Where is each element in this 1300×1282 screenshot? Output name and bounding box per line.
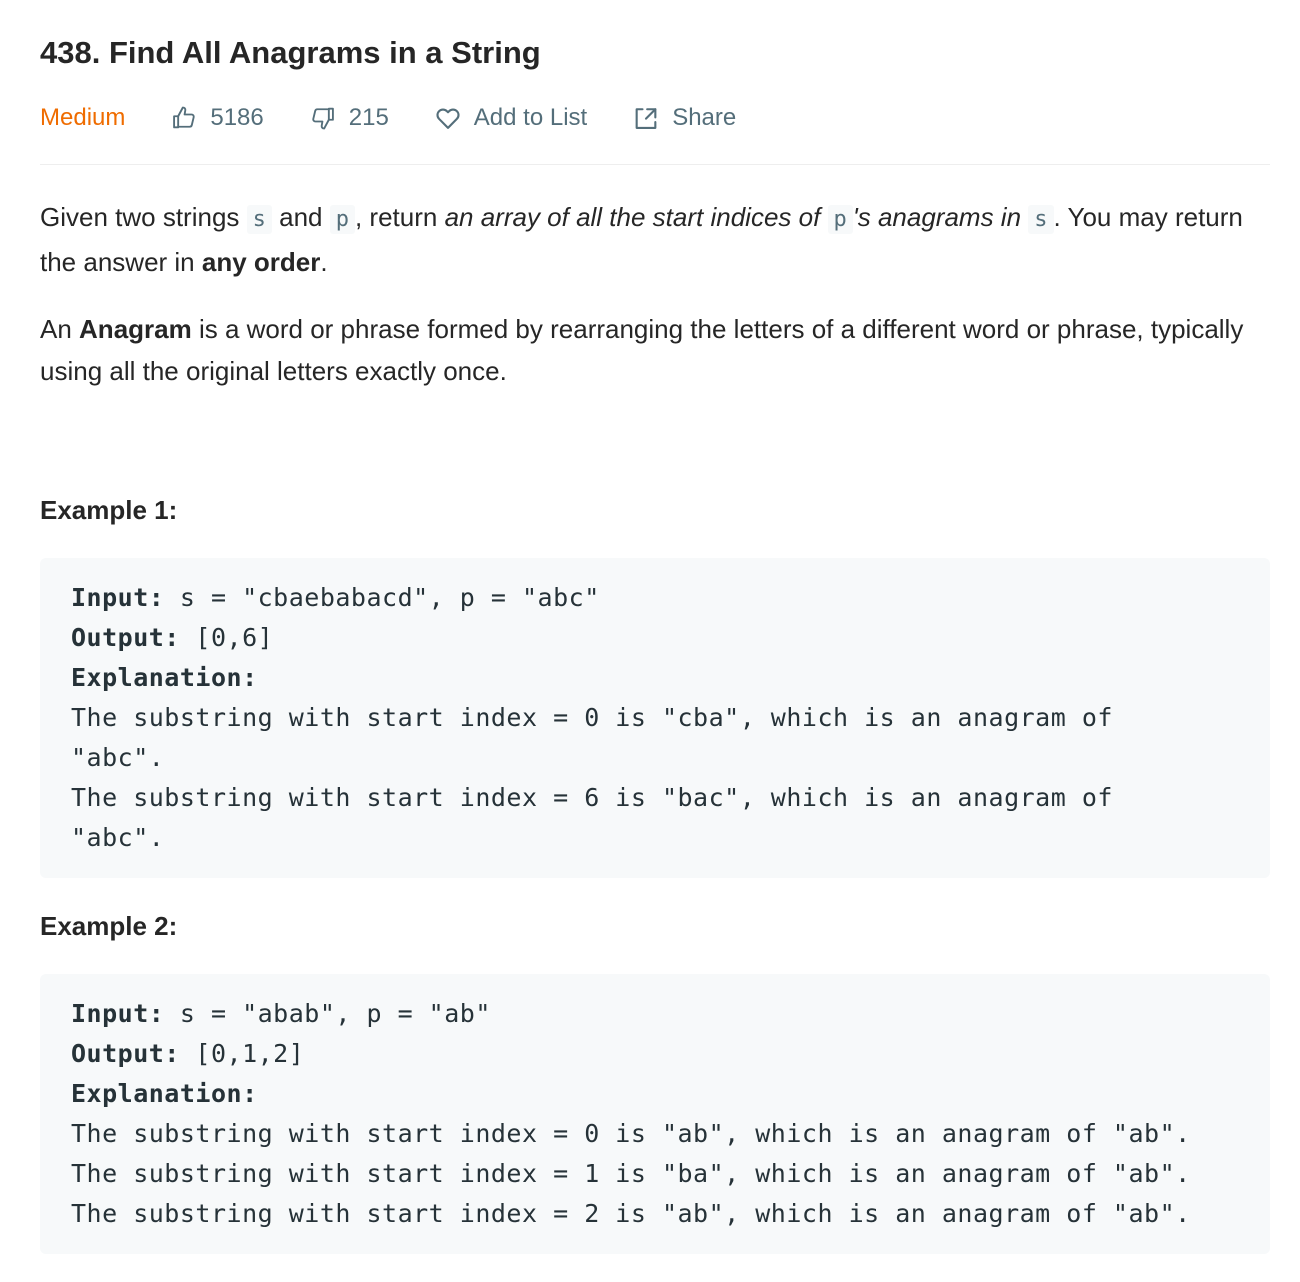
desc-text: . xyxy=(320,247,328,277)
share-icon xyxy=(632,104,660,132)
desc-italic: an array of all the start indices of xyxy=(444,202,828,232)
input-value: s = "abab", p = "ab" xyxy=(164,999,491,1028)
output-label: Output: xyxy=(71,1039,180,1068)
example-1-title: Example 1: xyxy=(40,495,178,525)
like-count: 5186 xyxy=(210,104,264,131)
difficulty-badge: Medium xyxy=(40,104,126,131)
description-paragraph-1: Given two strings s and p, return an arr… xyxy=(40,196,1265,283)
thumbs-down-icon xyxy=(309,104,337,132)
input-label: Input: xyxy=(71,999,165,1028)
explanation-label: Explanation: xyxy=(71,1079,258,1108)
share-button[interactable]: Share xyxy=(632,104,736,132)
example-2-title: Example 2: xyxy=(40,911,178,941)
explanation-label: Explanation: xyxy=(71,663,258,692)
desc-italic: 's anagrams in xyxy=(852,202,1029,232)
explanation-text: The substring with start index = 0 is "a… xyxy=(71,1119,1191,1228)
example-2-block: Input: s = "abab", p = "ab" Output: [0,1… xyxy=(40,974,1270,1254)
problem-meta-bar: Medium 5186 215 Add to List Share xyxy=(40,100,736,136)
thumbs-up-icon xyxy=(170,104,198,132)
heart-icon xyxy=(434,104,462,132)
dislike-count: 215 xyxy=(348,104,389,131)
desc-text: is a word or phrase formed by rearrangin… xyxy=(40,314,1244,386)
output-label: Output: xyxy=(71,623,180,652)
desc-bold: Anagram xyxy=(79,314,192,344)
header-divider xyxy=(40,164,1270,165)
explanation-text: The substring with start index = 0 is "c… xyxy=(71,703,1113,852)
inline-code-s: s xyxy=(246,205,272,234)
inline-code-p: p xyxy=(827,205,853,234)
desc-text: and xyxy=(271,202,330,232)
problem-title: 438. Find All Anagrams in a String xyxy=(40,35,541,70)
output-value: [0,1,2] xyxy=(179,1039,305,1068)
inline-code-s: s xyxy=(1028,205,1054,234)
share-label: Share xyxy=(672,104,737,131)
dislike-button[interactable]: 215 xyxy=(309,104,389,132)
desc-text: Given two strings xyxy=(40,202,247,232)
example-1-block: Input: s = "cbaebabacd", p = "abc" Outpu… xyxy=(40,558,1270,878)
example-2-code: Input: s = "abab", p = "ab" Output: [0,1… xyxy=(71,994,1191,1234)
input-label: Input: xyxy=(71,583,165,612)
example-1-code: Input: s = "cbaebabacd", p = "abc" Outpu… xyxy=(71,578,1113,858)
desc-text: An xyxy=(40,314,80,344)
add-to-list-label: Add to List xyxy=(473,104,588,131)
like-button[interactable]: 5186 xyxy=(170,104,264,132)
inline-code-p: p xyxy=(329,205,355,234)
desc-bold: any order xyxy=(201,247,321,277)
add-to-list-button[interactable]: Add to List xyxy=(434,104,587,132)
output-value: [0,6] xyxy=(179,623,274,652)
input-value: s = "cbaebabacd", p = "abc" xyxy=(164,583,600,612)
description-paragraph-2: An Anagram is a word or phrase formed by… xyxy=(40,308,1265,392)
desc-text: , return xyxy=(354,202,445,232)
problem-page: 438. Find All Anagrams in a String Mediu… xyxy=(0,0,1300,1282)
